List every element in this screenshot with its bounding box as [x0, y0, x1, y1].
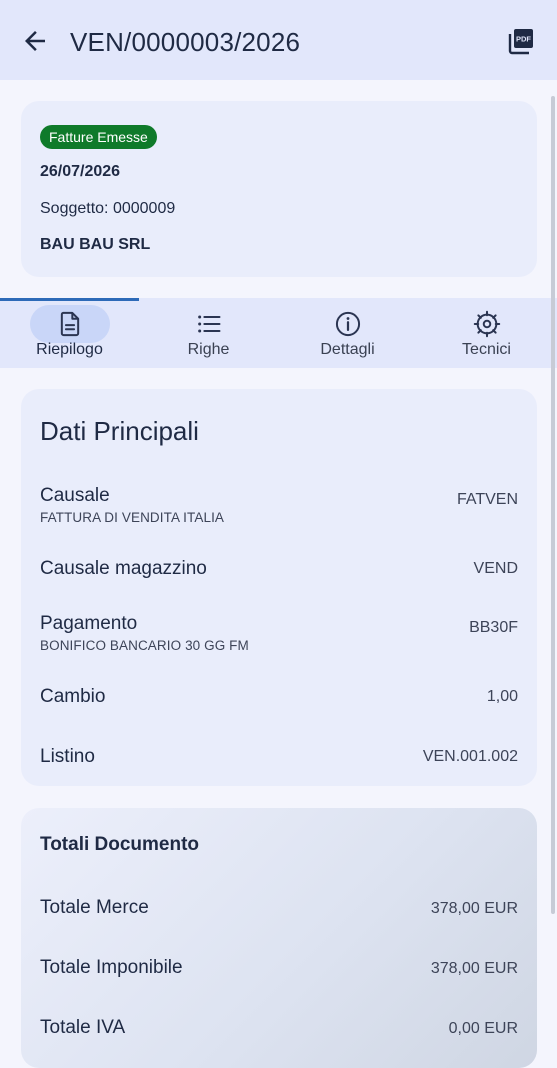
tab-riepilogo[interactable]: Riepilogo [0, 298, 139, 368]
tab-dettagli[interactable]: Dettagli [278, 298, 417, 368]
row-totale-merce: Totale Merce 378,00 EUR [40, 897, 518, 927]
tab-label: Righe [187, 341, 230, 358]
row-label: Causale magazzino [40, 558, 207, 579]
tab-tecnici[interactable]: Tecnici [417, 298, 556, 368]
arrow-left-icon [25, 31, 45, 51]
totali-documento-card: Totali Documento Totale Merce 378,00 EUR… [21, 808, 537, 1068]
section-title: Totali Documento [40, 834, 200, 855]
row-cambio: Cambio 1,00 [40, 686, 518, 726]
row-listino: Listino VEN.001.002 [40, 746, 518, 786]
row-value: FATVEN [456, 491, 518, 508]
row-label: Pagamento [40, 613, 138, 634]
row-pagamento: Pagamento BONIFICO BANCARIO 30 GG FM BB3… [40, 613, 518, 653]
gear-icon [473, 310, 501, 338]
dati-principali-card: Dati Principali Causale FATTURA DI VENDI… [21, 389, 537, 786]
pdf-button[interactable]: PDF [506, 26, 536, 56]
app-bar: VEN/0000003/2026 PDF [0, 0, 557, 80]
row-label: Totale IVA [40, 1017, 126, 1038]
scrollbar[interactable] [551, 96, 555, 914]
page-title: VEN/0000003/2026 [70, 27, 301, 57]
row-value: 378,00 EUR [430, 900, 518, 917]
row-value: 378,00 EUR [430, 960, 518, 977]
company-name: BAU BAU SRL [40, 236, 151, 253]
row-value: VEND [473, 560, 518, 577]
row-sublabel: FATTURA DI VENDITA ITALIA [40, 510, 225, 525]
row-value: VEN.001.002 [422, 748, 518, 765]
row-label: Causale [40, 485, 110, 506]
document-date: 26/07/2026 [40, 163, 121, 180]
row-sublabel: BONIFICO BANCARIO 30 GG FM [40, 638, 249, 653]
row-label: Cambio [40, 686, 106, 707]
info-icon [335, 311, 361, 337]
tab-righe[interactable]: Righe [139, 298, 278, 368]
row-label: Listino [40, 746, 95, 767]
row-label: Totale Merce [40, 897, 149, 918]
row-value: 1,00 [486, 688, 518, 705]
list-icon [198, 315, 221, 333]
row-value: 0,00 EUR [448, 1020, 518, 1037]
tab-label: Riepilogo [36, 341, 103, 358]
svg-text:PDF: PDF [516, 35, 531, 44]
row-totale-imponibile: Totale Imponibile 378,00 EUR [40, 957, 518, 987]
row-causale-magazzino: Causale magazzino VEND [40, 558, 518, 598]
pdf-icon: PDF [508, 29, 533, 55]
tab-label: Dettagli [320, 341, 375, 358]
document-header-card: Fatture Emesse 26/07/2026 Soggetto: 0000… [21, 101, 537, 277]
tab-bar: Riepilogo Righe Dettagli Tecnici [0, 298, 557, 368]
row-causale: Causale FATTURA DI VENDITA ITALIA FATVEN [40, 485, 518, 525]
document-icon [60, 311, 80, 337]
status-badge: Fatture Emesse [40, 125, 157, 149]
row-value: BB30F [469, 619, 518, 636]
row-label: Totale Imponibile [40, 957, 183, 978]
tab-label: Tecnici [462, 341, 511, 358]
section-title: Dati Principali [40, 416, 199, 446]
soggetto-code: Soggetto: 0000009 [40, 200, 176, 217]
row-totale-iva: Totale IVA 0,00 EUR [40, 1017, 518, 1047]
back-button[interactable] [20, 26, 50, 56]
